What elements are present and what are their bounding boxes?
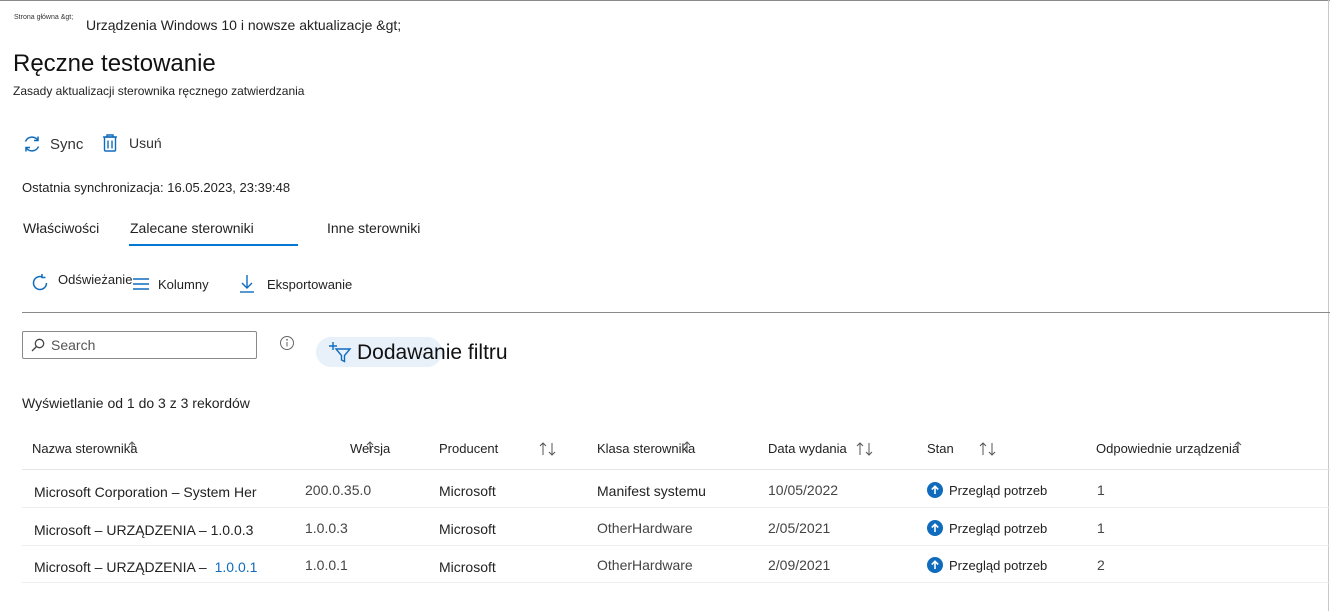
column-header-manufacturer[interactable]: Producent <box>439 441 558 456</box>
right-border <box>1328 0 1329 611</box>
cell-release-date: 2/09/2021 <box>768 557 831 573</box>
record-count: Wyświetlanie od 1 do 3 z 3 rekordów <box>22 395 250 411</box>
page-title: Ręczne testowanie <box>13 50 216 77</box>
status-label: Przegląd potrzeb <box>949 557 1048 573</box>
add-filter-icon <box>328 341 352 363</box>
cell-driver-name[interactable]: Microsoft Corporation – System Her <box>34 484 257 500</box>
cell-driver-class: Manifest systemu <box>597 483 706 499</box>
cell-status: Przegląd potrzeb <box>927 557 1047 573</box>
sync-icon <box>22 134 42 154</box>
cell-version: 1.0.0.3 <box>305 520 348 536</box>
arrow-up-circle-icon <box>927 520 943 536</box>
add-filter-label[interactable]: Dodawanie filtru <box>357 341 508 365</box>
row-divider <box>22 582 1330 583</box>
column-header-class[interactable]: Klasa sterownika <box>597 441 695 456</box>
arrow-up-circle-icon <box>927 482 943 498</box>
tab-selected-indicator <box>129 244 298 246</box>
sort-arrows-icon <box>683 441 695 453</box>
refresh-icon <box>30 273 50 293</box>
cell-manufacturer: Microsoft <box>439 521 496 537</box>
tab-other-drivers[interactable]: Inne sterowniki <box>327 220 420 236</box>
cell-driver-class: OtherHardware <box>597 557 693 573</box>
sort-arrows-icon <box>1234 441 1246 453</box>
column-header-label: Klasa sterownika <box>597 441 696 456</box>
column-header-label: Nazwa sterownika <box>32 441 138 456</box>
page-subtitle: Zasady aktualizacji sterownika ręcznego … <box>13 84 305 98</box>
tab-properties[interactable]: Właściwości <box>23 220 99 236</box>
cell-manufacturer: Microsoft <box>439 559 496 575</box>
cell-devices: 1 <box>1097 482 1105 498</box>
column-header-name[interactable]: Nazwa sterownika <box>32 441 138 456</box>
search-input[interactable] <box>51 337 241 353</box>
columns-label: Kolumny <box>158 276 209 292</box>
cell-driver-class: OtherHardware <box>597 520 693 536</box>
last-sync-text: Ostatnia synchronizacja: 16.05.2023, 23:… <box>22 180 291 195</box>
arrow-up-circle-icon <box>927 557 943 573</box>
download-icon <box>239 274 255 294</box>
cell-release-date: 10/05/2022 <box>768 482 839 498</box>
search-icon <box>31 338 45 352</box>
cell-devices: 1 <box>1097 520 1105 536</box>
refresh-button[interactable]: Odświeżanie <box>30 271 133 293</box>
table-header-divider <box>22 469 1330 470</box>
delete-label: Usuń <box>129 135 162 151</box>
row-divider <box>22 545 1330 546</box>
info-icon[interactable] <box>279 335 295 356</box>
export-label: Eksportowanie <box>267 276 353 292</box>
breadcrumb-home[interactable]: Strona główna &gt; <box>14 14 73 21</box>
column-header-devices[interactable]: Odpowiednie urządzenia <box>1096 441 1242 456</box>
sort-arrows-icon <box>855 441 875 456</box>
cell-version: 200.0.35.0 <box>305 482 372 498</box>
column-header-label: Producent <box>439 441 499 456</box>
action-bar-divider <box>22 312 1330 313</box>
tab-recommended-drivers[interactable]: Zalecane sterowniki <box>130 220 254 236</box>
status-label: Przegląd potrzeb <box>949 482 1048 498</box>
column-header-label: Odpowiednie urządzenia <box>1096 441 1240 456</box>
column-header-release-date[interactable]: Data wydania <box>768 441 875 456</box>
sync-button[interactable]: Sync <box>22 134 83 154</box>
sort-arrows-icon <box>128 441 140 453</box>
driver-name-text: Microsoft – URZĄDZENIA – <box>34 559 207 575</box>
cell-driver-name[interactable]: Microsoft – URZĄDZENIA – 1.0.0.1 <box>34 559 257 575</box>
breadcrumb-parent[interactable]: Urządzenia Windows 10 i nowsze aktualiza… <box>86 17 401 33</box>
refresh-label: Odświeżanie <box>58 271 133 287</box>
sort-arrows-icon <box>978 441 998 456</box>
top-border <box>0 0 1330 1</box>
status-label: Przegląd potrzeb <box>949 520 1048 536</box>
row-divider <box>22 507 1330 508</box>
search-box[interactable] <box>22 331 257 359</box>
cell-driver-name[interactable]: Microsoft – URZĄDZENIA – 1.0.0.3 <box>34 522 253 538</box>
delete-button[interactable]: Usuń <box>101 133 162 153</box>
cell-devices: 2 <box>1097 557 1105 573</box>
export-button[interactable]: Eksportowanie <box>239 274 352 294</box>
cell-version: 1.0.0.1 <box>305 557 348 573</box>
cell-manufacturer: Microsoft <box>439 483 496 499</box>
sort-arrows-icon <box>538 441 558 456</box>
columns-button[interactable]: Kolumny <box>132 276 209 292</box>
driver-version-link[interactable]: 1.0.0.1 <box>215 559 258 575</box>
columns-icon <box>132 276 150 292</box>
column-header-version[interactable]: Wersja <box>350 441 390 456</box>
cell-status: Przegląd potrzeb <box>927 520 1047 536</box>
sync-label: Sync <box>50 135 84 153</box>
trash-icon <box>101 133 119 153</box>
column-header-status[interactable]: Stan <box>927 441 998 456</box>
sort-arrows-icon <box>366 441 378 453</box>
column-header-label: Data wydania <box>768 441 847 456</box>
cell-status: Przegląd potrzeb <box>927 482 1047 498</box>
column-header-label: Stan <box>927 441 954 456</box>
cell-release-date: 2/05/2021 <box>768 520 831 536</box>
